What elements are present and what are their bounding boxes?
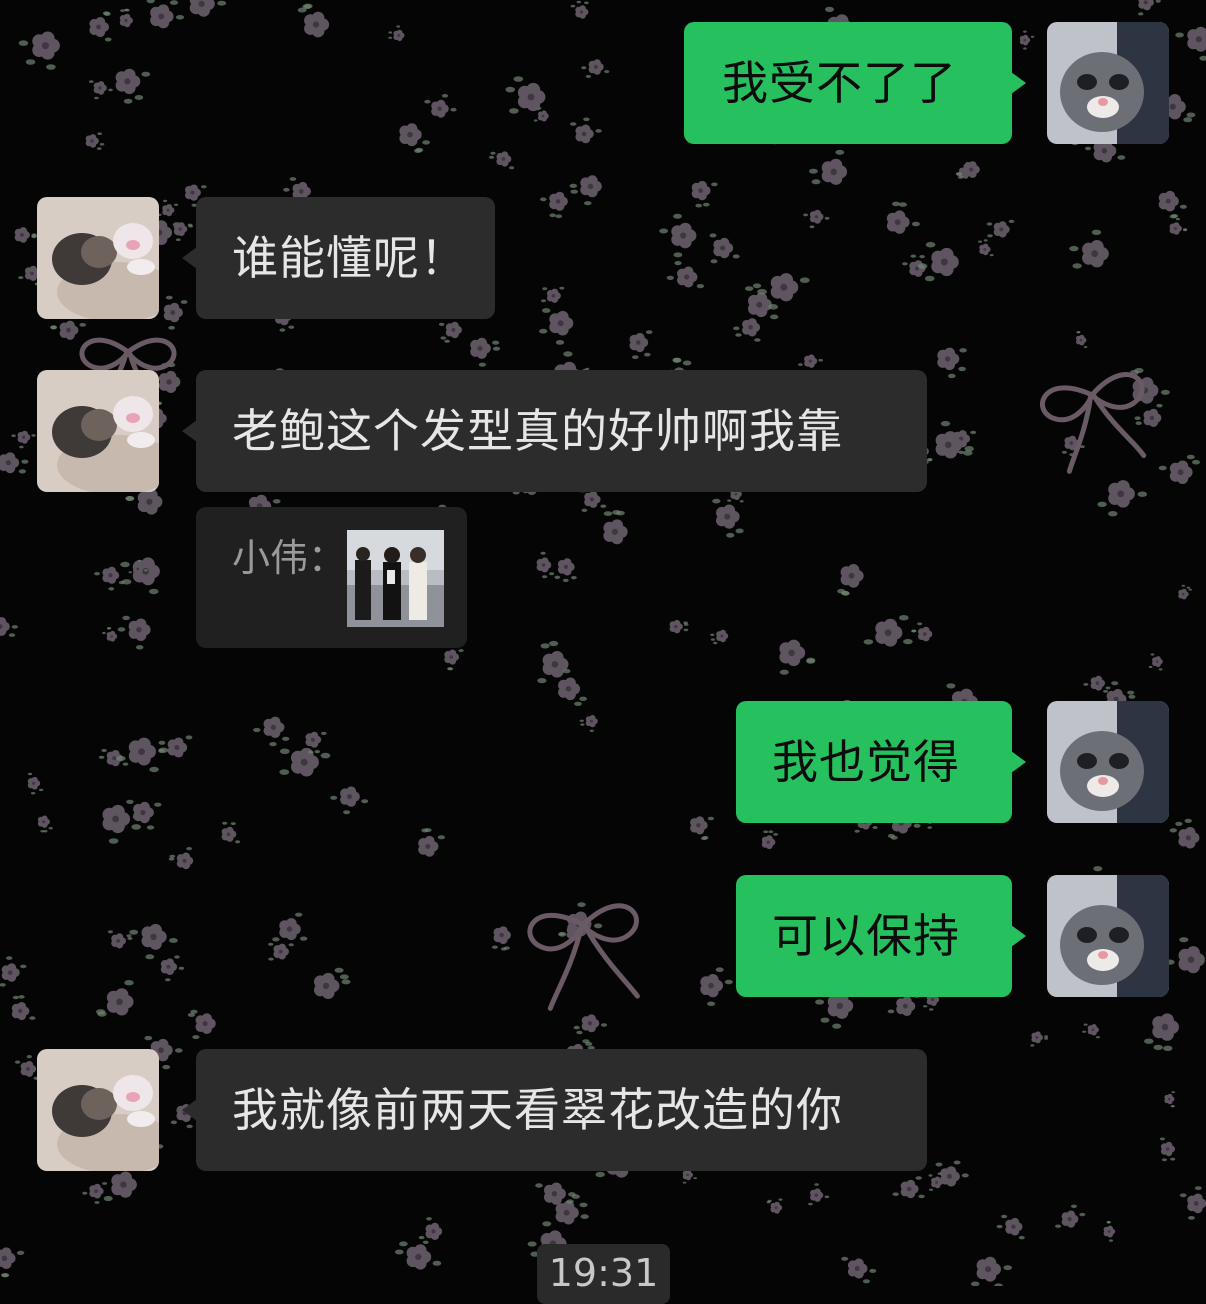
- message-text: 老鲍这个发型真的好帅啊我靠: [232, 403, 843, 459]
- kitten-lying-avatar-icon: [37, 1049, 159, 1171]
- quoted-photo-thumbnail[interactable]: [347, 530, 444, 627]
- timestamp-badge: 19:31: [537, 1244, 670, 1304]
- message-text: 可以保持: [772, 908, 960, 964]
- bubble-tail: [1011, 72, 1026, 94]
- kitten-lying-avatar-icon: [37, 370, 159, 492]
- outgoing-message-bubble[interactable]: 可以保持: [736, 875, 1012, 997]
- bubble-tail: [1011, 925, 1026, 947]
- contact-avatar[interactable]: [37, 1049, 159, 1171]
- kitten-gray-avatar-icon: [1047, 22, 1169, 144]
- quote-sender-name: 小伟：: [232, 535, 346, 581]
- my-avatar[interactable]: [1047, 701, 1169, 823]
- outgoing-message-bubble[interactable]: 我也觉得: [736, 701, 1012, 823]
- kitten-gray-avatar-icon: [1047, 701, 1169, 823]
- contact-avatar[interactable]: [37, 197, 159, 319]
- message-text: 我也觉得: [772, 734, 960, 790]
- bubble-tail: [182, 1099, 197, 1121]
- contact-avatar[interactable]: [37, 370, 159, 492]
- kitten-lying-avatar-icon: [37, 197, 159, 319]
- bubble-tail: [1011, 751, 1026, 773]
- message-text: 谁能懂呢！: [232, 230, 467, 286]
- quoted-message[interactable]: 小伟：: [196, 507, 467, 648]
- incoming-message-bubble[interactable]: 老鲍这个发型真的好帅啊我靠: [196, 370, 927, 492]
- my-avatar[interactable]: [1047, 875, 1169, 997]
- incoming-message-bubble[interactable]: 谁能懂呢！: [196, 197, 495, 319]
- photo-icon: [347, 530, 444, 627]
- incoming-message-bubble[interactable]: 我就像前两天看翠花改造的你: [196, 1049, 927, 1171]
- outgoing-message-bubble[interactable]: 我受不了了: [684, 22, 1012, 144]
- message-text: 我受不了了: [722, 55, 957, 111]
- kitten-gray-avatar-icon: [1047, 875, 1169, 997]
- bubble-tail: [182, 420, 197, 442]
- message-text: 我就像前两天看翠花改造的你: [232, 1082, 843, 1138]
- my-avatar[interactable]: [1047, 22, 1169, 144]
- bubble-tail: [182, 247, 197, 269]
